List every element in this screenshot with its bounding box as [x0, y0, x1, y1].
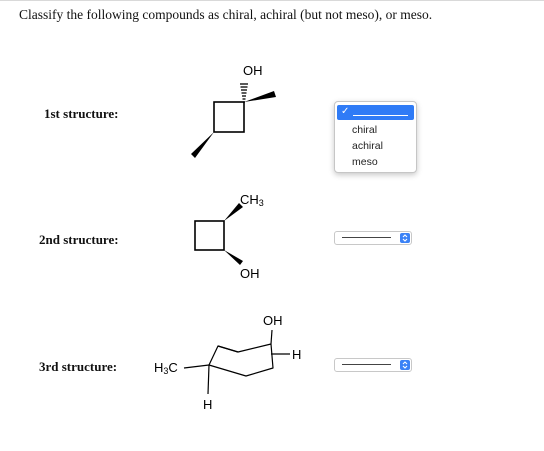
up-down-chevron-icon: [400, 360, 410, 370]
classification-dropdown-1[interactable]: ✓ chiral achiral meso: [334, 101, 417, 173]
blank-option-line: [353, 115, 408, 116]
up-down-chevron-icon: [400, 233, 410, 243]
option-achiral[interactable]: achiral: [352, 141, 383, 152]
structure-3-group-bottom: H: [203, 397, 213, 412]
structure-3-group-left: H3C: [154, 360, 178, 376]
classification-select-3[interactable]: [334, 358, 412, 372]
structure-3-group-right: H: [292, 347, 302, 362]
dropdown-selected-blank-option[interactable]: ✓: [337, 105, 414, 120]
select-2-blank-value: [342, 237, 391, 238]
structure-3-bonds: [183, 329, 290, 395]
checkmark-icon: ✓: [341, 106, 350, 117]
select-3-blank-value: [342, 364, 391, 365]
classification-select-2[interactable]: [334, 231, 412, 245]
option-meso[interactable]: meso: [352, 157, 378, 168]
option-chiral[interactable]: chiral: [352, 125, 377, 136]
structure-3-group-top: OH: [263, 313, 283, 328]
